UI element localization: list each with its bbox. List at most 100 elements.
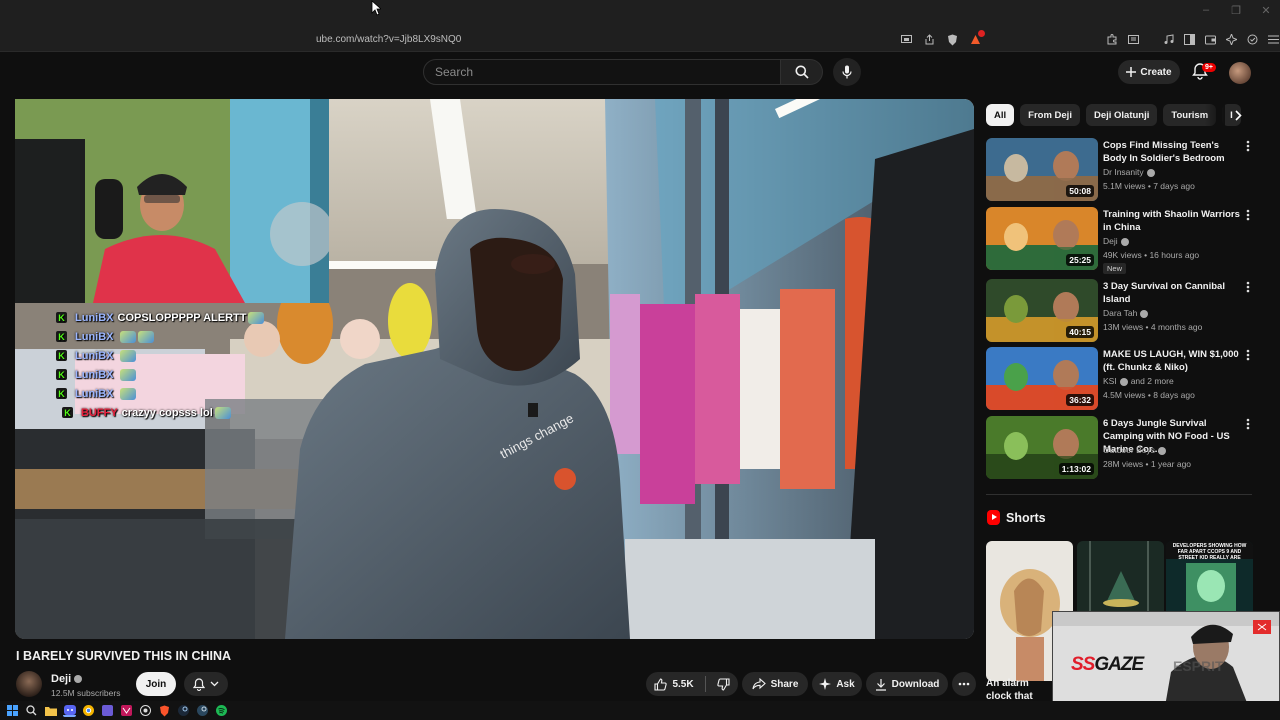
brave-icon[interactable] xyxy=(158,704,171,717)
overlay-bg-text: ESPRIT xyxy=(1173,658,1224,674)
reader-icon[interactable] xyxy=(1127,33,1140,46)
join-button[interactable]: Join xyxy=(136,672,176,696)
discord-icon[interactable] xyxy=(63,704,76,717)
video-thumbnail[interactable]: 36:32 xyxy=(986,347,1098,410)
recommended-video[interactable]: 36:32 MAKE US LAUGH, WIN $1,000 (ft. Chun… xyxy=(986,347,1256,411)
video-channel[interactable]: Outdoor Boys xyxy=(1103,445,1166,455)
search-icon xyxy=(795,65,809,79)
video-player[interactable]: things change K LuniBX COPSLOPPPPP ALERTT K… xyxy=(15,99,974,639)
browser-titlebar: – ❐ ✕ xyxy=(0,0,1280,28)
close-button[interactable]: ✕ xyxy=(1258,4,1274,17)
verified-icon xyxy=(1140,309,1149,318)
kick-badge-icon: K xyxy=(56,369,67,380)
recommended-video[interactable]: 25:25 Training with Shaolin Warriors in C… xyxy=(986,207,1256,274)
video-duration: 40:15 xyxy=(1066,326,1094,338)
video-thumbnail[interactable]: 25:25 xyxy=(986,207,1098,270)
minimize-button[interactable]: – xyxy=(1198,4,1214,17)
app-icon[interactable] xyxy=(101,704,114,717)
brave-rewards-icon[interactable] xyxy=(969,30,985,46)
channel-avatar[interactable] xyxy=(16,671,42,697)
channel-name[interactable]: Dr Insanity xyxy=(1103,167,1144,177)
video-channel[interactable]: Dara Tah xyxy=(1103,308,1149,318)
video-thumbnail[interactable]: 1:13:02 xyxy=(986,416,1098,479)
subscription-bell-button[interactable] xyxy=(184,672,228,696)
video-thumbnail[interactable]: 50:08 xyxy=(986,138,1098,201)
video-channel[interactable]: KSI and 2 more xyxy=(1103,376,1174,386)
voice-search-button[interactable] xyxy=(833,58,861,86)
channel-name[interactable]: KSI xyxy=(1103,376,1117,386)
channel-name[interactable]: Dara Tah xyxy=(1103,308,1137,318)
search-input[interactable] xyxy=(424,60,780,84)
filter-chips: All From Deji Deji Olatunji Tourism I xyxy=(986,104,1241,126)
more-vert-icon[interactable] xyxy=(1245,349,1251,362)
account-avatar[interactable] xyxy=(1229,62,1251,84)
chrome-icon[interactable] xyxy=(82,704,95,717)
recommended-video[interactable]: 40:15 3 Day Survival on Cannibal Island Da… xyxy=(986,279,1256,343)
chip-all[interactable]: All xyxy=(986,104,1015,126)
more-vert-icon[interactable] xyxy=(1245,281,1251,294)
music-icon[interactable] xyxy=(1162,33,1175,46)
screen-cast-icon[interactable] xyxy=(900,33,913,46)
wallet-icon[interactable] xyxy=(1204,33,1217,46)
spotify-icon[interactable] xyxy=(215,704,228,717)
channel-name[interactable]: Outdoor Boys xyxy=(1103,445,1155,455)
video-channel[interactable]: Deji xyxy=(1103,236,1129,246)
recommended-video[interactable]: 50:08 Cops Find Missing Teen's Body In So… xyxy=(986,138,1256,202)
dislike-icon[interactable] xyxy=(716,677,730,691)
menu-icon[interactable] xyxy=(1267,33,1280,46)
github-icon[interactable] xyxy=(139,704,152,717)
search-button[interactable] xyxy=(781,59,823,85)
video-channel[interactable]: Dr Insanity xyxy=(1103,167,1155,177)
share-button[interactable]: Share xyxy=(742,672,808,696)
brave-shield-icon[interactable] xyxy=(946,33,959,46)
ask-button[interactable]: Ask xyxy=(812,672,862,696)
app-icon-2[interactable] xyxy=(120,704,133,717)
recommended-video[interactable]: 1:13:02 6 Days Jungle Survival Camping wi… xyxy=(986,416,1256,480)
chip-deji-olatunji[interactable]: Deji Olatunji xyxy=(1085,104,1158,126)
steam-icon[interactable] xyxy=(177,704,190,717)
ask-label: Ask xyxy=(836,678,855,690)
more-vert-icon[interactable] xyxy=(1245,209,1251,222)
toolbar-icons xyxy=(1106,33,1280,46)
youtube-header: Create xyxy=(0,52,1280,94)
share-icon[interactable] xyxy=(923,33,936,46)
download-label: Download xyxy=(891,678,940,690)
video-duration: 50:08 xyxy=(1066,185,1094,197)
video-title[interactable]: Cops Find Missing Teen's Body In Soldier… xyxy=(1103,139,1243,165)
chips-next-button[interactable] xyxy=(1230,107,1246,123)
more-vert-icon[interactable] xyxy=(1245,140,1251,153)
chat-emote-icon xyxy=(119,387,136,400)
maximize-button[interactable]: ❐ xyxy=(1228,4,1244,17)
video-duration: 36:32 xyxy=(1066,394,1094,406)
channel-name[interactable]: Deji xyxy=(51,673,71,685)
video-title[interactable]: Training with Shaolin Warriors in China xyxy=(1103,208,1243,234)
video-title[interactable]: MAKE US LAUGH, WIN $1,000 (ft. Chunkz & … xyxy=(1103,348,1243,374)
video-thumbnail[interactable]: 40:15 xyxy=(986,279,1098,342)
ai-icon[interactable] xyxy=(1225,33,1238,46)
chip-from-deji[interactable]: From Deji xyxy=(1020,104,1080,126)
like-icon[interactable] xyxy=(654,677,668,691)
create-button[interactable]: Create xyxy=(1118,60,1180,84)
sidebar-icon[interactable] xyxy=(1183,33,1196,46)
like-count[interactable]: 5.5K xyxy=(672,679,693,690)
create-label: Create xyxy=(1140,66,1172,78)
url-field[interactable]: ube.com/watch?v=Jjb8LX9sNQ0 xyxy=(316,34,461,45)
more-vert-icon[interactable] xyxy=(1245,418,1251,431)
streamer-webcam xyxy=(15,99,329,303)
windows-start-icon[interactable] xyxy=(6,704,19,717)
download-icon xyxy=(875,678,886,691)
file-explorer-icon[interactable] xyxy=(44,704,57,717)
extensions-icon[interactable] xyxy=(1106,33,1119,46)
channel-name-row[interactable]: Deji xyxy=(51,673,83,685)
window-controls: – ❐ ✕ xyxy=(1198,4,1274,17)
channel-name[interactable]: Deji xyxy=(1103,236,1118,246)
vpn-icon[interactable] xyxy=(1246,33,1259,46)
steam-icon-2[interactable] xyxy=(196,704,209,717)
video-title[interactable]: 3 Day Survival on Cannibal Island xyxy=(1103,280,1243,306)
search-icon[interactable] xyxy=(25,704,38,717)
kick-badge-icon: K xyxy=(56,350,67,361)
more-actions-button[interactable] xyxy=(952,672,976,696)
download-button[interactable]: Download xyxy=(866,672,948,696)
chevron-down-icon xyxy=(210,681,219,687)
short-caption[interactable]: An alarm clock that xyxy=(986,677,1056,703)
